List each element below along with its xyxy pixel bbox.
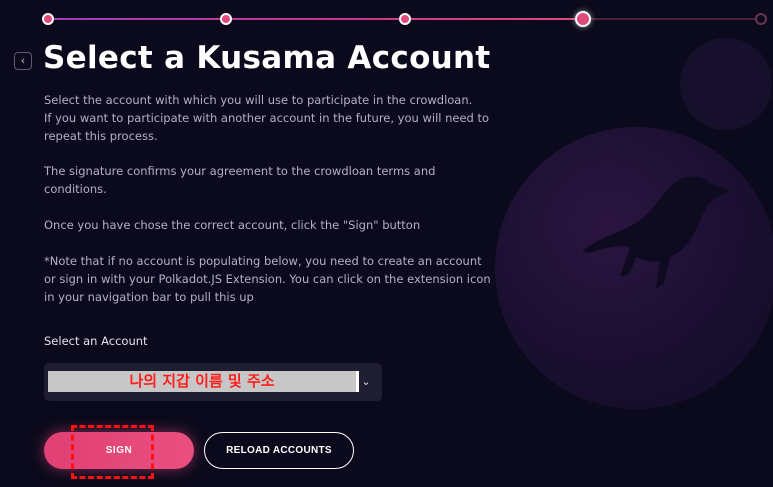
account-value-box: 나의 지갑 이름 및 주소 bbox=[48, 371, 359, 392]
kusama-bird-logo bbox=[582, 176, 730, 289]
reload-accounts-button[interactable]: RELOAD ACCOUNTS bbox=[204, 432, 354, 469]
back-button[interactable]: ‹ bbox=[14, 52, 32, 70]
stepper-remaining-line bbox=[583, 18, 761, 20]
instruction-line: conditions. bbox=[44, 182, 107, 196]
instruction-line: If you want to participate with another … bbox=[44, 111, 490, 125]
instruction-line: in your navigation bar to pull this up bbox=[44, 290, 254, 304]
instruction-paragraph-3: Once you have chose the correct account,… bbox=[44, 216, 494, 234]
step-1 bbox=[42, 13, 54, 25]
step-2 bbox=[220, 13, 232, 25]
step-3 bbox=[399, 13, 411, 25]
step-4-current bbox=[575, 11, 591, 27]
instruction-paragraph-2: The signature confirms your agreement to… bbox=[44, 162, 494, 198]
instruction-line: repeat this process. bbox=[44, 129, 158, 143]
instruction-paragraph-4: *Note that if no account is populating b… bbox=[44, 252, 494, 306]
chevron-down-icon[interactable]: ⌄ bbox=[359, 372, 373, 392]
instruction-paragraph-1: Select the account with which you will u… bbox=[44, 91, 494, 145]
instruction-line: Select the account with which you will u… bbox=[44, 93, 473, 107]
step-5 bbox=[755, 13, 767, 25]
progress-stepper bbox=[0, 0, 773, 40]
decorative-circle-small bbox=[680, 38, 772, 130]
account-select[interactable]: 나의 지갑 이름 및 주소 ⌄ bbox=[44, 363, 382, 401]
chevron-left-icon: ‹ bbox=[20, 54, 26, 67]
page-title: Select a Kusama Account bbox=[43, 40, 491, 76]
sign-button[interactable]: SIGN bbox=[44, 432, 194, 469]
instruction-line: The signature confirms your agreement to… bbox=[44, 164, 436, 178]
stepper-progress-line bbox=[48, 18, 583, 20]
account-selected-value: 나의 지갑 이름 및 주소 bbox=[129, 372, 275, 390]
select-account-label: Select an Account bbox=[44, 334, 148, 348]
instruction-line: or sign in with your Polkadot.JS Extensi… bbox=[44, 272, 491, 286]
instruction-line: *Note that if no account is populating b… bbox=[44, 254, 482, 268]
instruction-line: Once you have chose the correct account,… bbox=[44, 218, 421, 232]
